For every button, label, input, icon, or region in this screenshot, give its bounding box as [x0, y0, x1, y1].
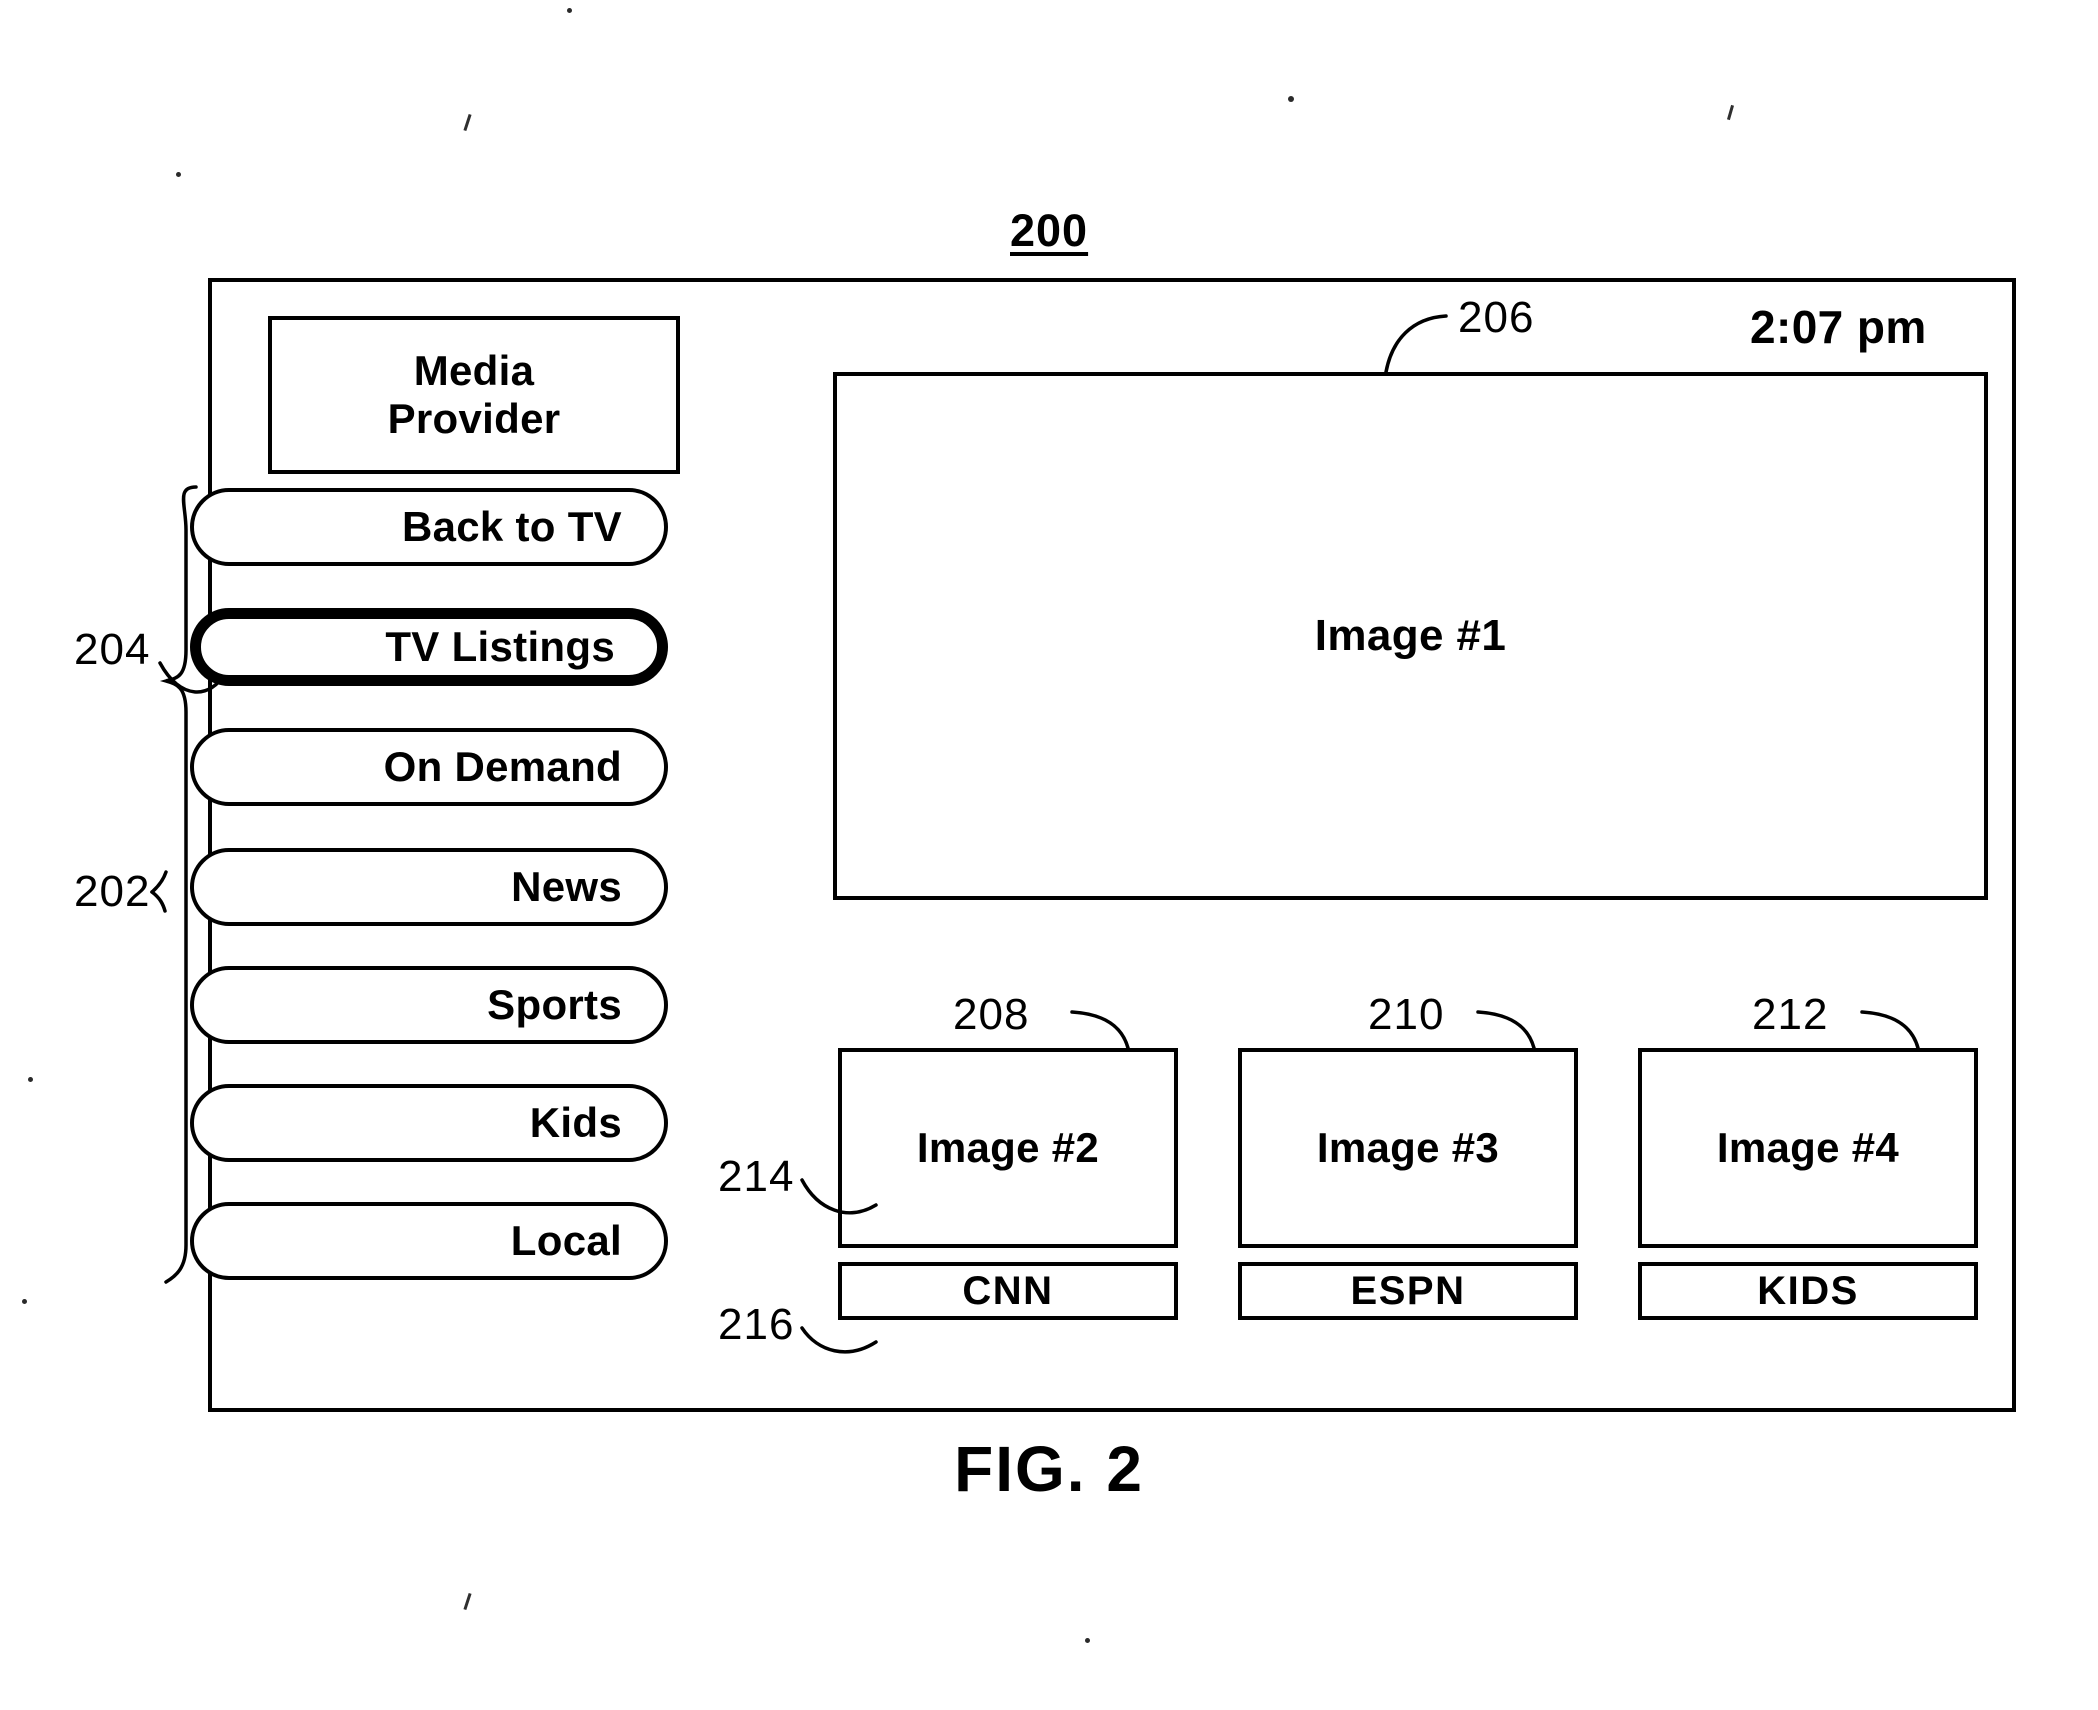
scan-speck: [176, 172, 181, 177]
channel-label-cnn[interactable]: CNN: [838, 1262, 1178, 1320]
main-image-label: Image #1: [1314, 611, 1507, 660]
scan-speck: [1726, 104, 1735, 121]
media-provider-box: Media Provider: [268, 316, 680, 474]
reference-number-214: 214: [718, 1152, 795, 1201]
media-provider-line1: Media: [413, 347, 535, 395]
figure-caption: FIG. 2: [954, 1433, 1144, 1505]
menu-item-label: On Demand: [383, 743, 622, 790]
figure-reference-200: 200: [1010, 205, 1089, 256]
menu-item-label: News: [511, 863, 622, 910]
leader-202: [150, 870, 168, 894]
reference-number-210: 210: [1368, 990, 1445, 1039]
channel-label-espn[interactable]: ESPN: [1238, 1262, 1578, 1320]
thumbnail-image-label: Image #4: [1716, 1124, 1900, 1171]
main-image-panel[interactable]: Image #1: [833, 372, 1988, 900]
menu-item-label: Back to TV: [401, 503, 622, 550]
thumbnail-image-label: Image #3: [1316, 1124, 1500, 1171]
scan-speck: [463, 1592, 472, 1611]
scan-speck: [22, 1299, 27, 1304]
reference-number-216: 216: [718, 1300, 795, 1349]
scan-speck: [463, 113, 472, 132]
menu-item-kids[interactable]: Kids: [190, 1084, 668, 1162]
thumbnail-group-210: Image #3 ESPN: [1238, 1048, 1578, 1320]
menu-item-label: Kids: [529, 1099, 622, 1146]
menu-item-label: Sports: [487, 981, 622, 1028]
menu-item-on-demand[interactable]: On Demand: [190, 728, 668, 806]
patent-figure-canvas: 200 Media Provider Back to TV TV Listing…: [0, 0, 2098, 1710]
channel-name: CNN: [962, 1268, 1054, 1313]
thumbnail-group-212: Image #4 KIDS: [1638, 1048, 1978, 1320]
media-provider-label: Media Provider: [388, 347, 561, 443]
channel-label-kids[interactable]: KIDS: [1638, 1262, 1978, 1320]
menu-item-local[interactable]: Local: [190, 1202, 668, 1280]
scan-speck: [1085, 1638, 1090, 1643]
channel-name: ESPN: [1350, 1268, 1466, 1313]
menu-item-back-to-tv[interactable]: Back to TV: [190, 488, 668, 566]
reference-number-202: 202: [74, 867, 151, 916]
reference-number-208: 208: [953, 990, 1030, 1039]
leader-202b: [150, 890, 167, 913]
scan-speck: [28, 1077, 33, 1082]
menu-item-label: TV Listings: [385, 623, 615, 670]
scan-speck: [567, 8, 572, 13]
thumbnail-image-4[interactable]: Image #4: [1638, 1048, 1978, 1248]
channel-name: KIDS: [1757, 1268, 1859, 1313]
reference-number-206: 206: [1458, 293, 1535, 342]
thumbnail-image-label: Image #2: [916, 1124, 1100, 1171]
scan-speck: [1288, 96, 1294, 102]
menu-item-label: Local: [510, 1217, 622, 1264]
media-provider-line2: Provider: [387, 395, 561, 442]
clock-display: 2:07 pm: [1750, 301, 1927, 353]
menu-item-tv-listings[interactable]: TV Listings: [190, 608, 668, 686]
menu-item-news[interactable]: News: [190, 848, 668, 926]
thumbnail-image-3[interactable]: Image #3: [1238, 1048, 1578, 1248]
menu-item-sports[interactable]: Sports: [190, 966, 668, 1044]
reference-number-212: 212: [1752, 990, 1829, 1039]
thumbnail-group-208: Image #2 CNN: [838, 1048, 1178, 1320]
reference-number-204: 204: [74, 625, 151, 674]
thumbnail-image-2[interactable]: Image #2: [838, 1048, 1178, 1248]
